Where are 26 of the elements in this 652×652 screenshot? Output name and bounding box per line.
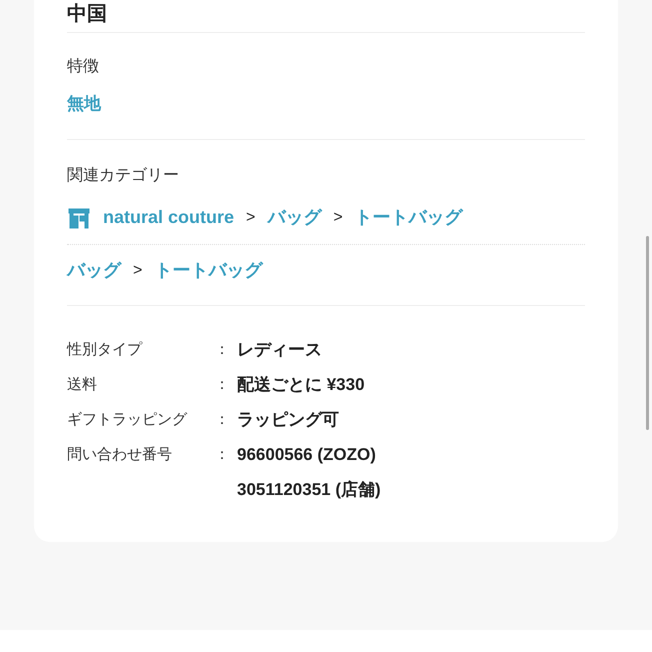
detail-label: 送料 bbox=[67, 374, 98, 394]
feature-label: 特徴 bbox=[67, 57, 100, 77]
breadcrumb-separator: > bbox=[133, 260, 142, 280]
category-link[interactable]: バッグ bbox=[67, 257, 121, 284]
detail-value: 96600566 (ZOZO) bbox=[237, 444, 377, 466]
breadcrumb-separator: > bbox=[246, 208, 256, 228]
category-link[interactable]: バッグ bbox=[267, 204, 322, 231]
category-link[interactable]: トートバッグ bbox=[154, 257, 262, 284]
detail-value: 3051120351 (店舗) bbox=[237, 478, 381, 500]
store-icon bbox=[67, 206, 91, 228]
detail-value: ラッピング可 bbox=[237, 408, 339, 430]
section-heading: 中国 bbox=[67, 2, 108, 27]
detail-label: ギフトラッピング bbox=[67, 410, 188, 430]
detail-colon: ： bbox=[214, 340, 230, 360]
detail-label: 問い合わせ番号 bbox=[67, 444, 173, 464]
detail-label: 性別タイプ bbox=[67, 340, 144, 360]
related-categories-label: 関連カテゴリー bbox=[67, 166, 180, 186]
detail-value: 配送ごとに ¥330 bbox=[237, 374, 365, 396]
category-link[interactable]: トートバッグ bbox=[354, 204, 463, 231]
detail-colon: ： bbox=[214, 410, 230, 430]
detail-value: レディース bbox=[237, 338, 322, 360]
breadcrumb-separator: > bbox=[333, 208, 343, 228]
detail-colon: ： bbox=[214, 444, 230, 464]
feature-link[interactable]: 無地 bbox=[67, 91, 585, 116]
category-link[interactable]: natural couture bbox=[103, 204, 234, 231]
detail-colon: ： bbox=[214, 374, 230, 394]
